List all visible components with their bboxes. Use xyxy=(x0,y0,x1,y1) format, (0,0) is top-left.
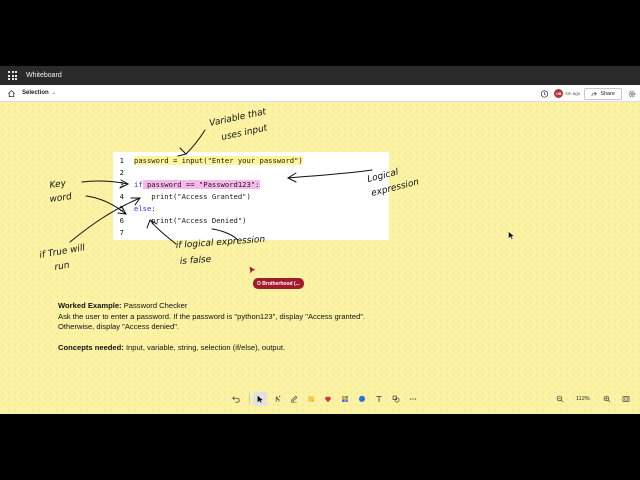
collaborator-cursor-icon xyxy=(249,266,256,274)
zoom-controls: 112% xyxy=(553,391,638,407)
share-label: Share xyxy=(600,90,615,97)
chevron-down-icon: ⌄ xyxy=(51,90,56,96)
worked-example-text[interactable]: Worked Example: Password Checker Ask the… xyxy=(58,301,618,354)
avatar[interactable]: OB xyxy=(554,89,564,98)
text-icon xyxy=(376,396,382,403)
annotation-keyword-line1: Key xyxy=(49,179,67,191)
concepts-line: Concepts needed: Input, variable, string… xyxy=(58,343,618,354)
gear-icon[interactable] xyxy=(628,90,636,98)
whiteboard-canvas[interactable]: 1 password = input("Enter your password")… xyxy=(0,102,640,414)
ink-arrow xyxy=(185,129,206,155)
last-edit-time: 4m ago xyxy=(565,91,581,96)
annotation-variable-line2: uses input xyxy=(221,123,269,143)
ink-arrow xyxy=(85,195,127,215)
mouse-pointer-icon xyxy=(508,231,515,240)
shapes-icon xyxy=(392,395,400,403)
app-launcher-icon[interactable] xyxy=(8,71,17,80)
shapes-button[interactable] xyxy=(389,392,403,406)
collaborator-tag: O Brotherhood (... xyxy=(253,278,304,289)
fit-to-screen-button[interactable] xyxy=(619,392,633,406)
select-tool-button[interactable] xyxy=(253,392,267,406)
zoom-level[interactable]: 112% xyxy=(576,396,590,402)
zoom-in-button[interactable] xyxy=(600,392,614,406)
pen-tool-button[interactable] xyxy=(287,392,301,406)
more-options-button[interactable] xyxy=(406,392,420,406)
toolbar-separator xyxy=(249,394,250,404)
ink-arrowhead xyxy=(177,147,187,157)
undo-button[interactable] xyxy=(229,392,243,406)
undo-icon xyxy=(232,396,240,403)
hand-touch-icon xyxy=(275,395,281,402)
worked-example-title: Password Checker xyxy=(121,301,188,310)
worked-example-heading: Worked Example: xyxy=(58,301,122,310)
worked-example-line1: Ask the user to enter a password. If the… xyxy=(58,311,366,321)
annotation-iftrue-line1: if True will xyxy=(39,243,87,261)
app-bar: Whiteboard xyxy=(0,66,640,85)
sticky-note-icon xyxy=(308,396,314,402)
annotation-iftrue-line2: run xyxy=(54,260,71,273)
more-icon xyxy=(409,398,417,400)
pointer-icon xyxy=(257,395,263,403)
template-icon xyxy=(342,396,348,402)
annotation-iflogical-line2: is false xyxy=(180,255,213,267)
ink-arrow xyxy=(149,219,177,245)
timer-icon[interactable] xyxy=(540,89,549,98)
concepts-text: Input, variable, string, selection (if/e… xyxy=(123,343,286,352)
ink-annotations[interactable]: Variable that uses input Logical express… xyxy=(0,102,640,414)
fit-screen-icon xyxy=(622,396,630,402)
ink-arrow xyxy=(69,197,141,243)
top-toolbar: Selection ⌄ OB 4m ago Share xyxy=(0,85,640,102)
pen-icon xyxy=(291,395,298,403)
annotation-keyword-line2: word xyxy=(49,192,73,205)
drawing-toolbar xyxy=(229,391,423,407)
ink-arrow xyxy=(81,180,129,185)
touch-draw-button[interactable] xyxy=(270,392,284,406)
worked-example-heading-line: Worked Example: Password Checker xyxy=(58,301,618,312)
comment-button[interactable] xyxy=(355,392,369,406)
text-tool-button[interactable] xyxy=(372,392,386,406)
heart-icon xyxy=(325,396,331,403)
share-icon xyxy=(591,91,598,96)
ink-arrow xyxy=(287,169,373,179)
share-button[interactable]: Share xyxy=(584,87,622,100)
sticky-note-button[interactable] xyxy=(304,392,318,406)
worked-example-line2: Otherwise, display "Access denied". xyxy=(58,322,180,331)
zoom-out-button[interactable] xyxy=(553,392,567,406)
concepts-heading: Concepts needed: xyxy=(58,343,124,352)
home-icon[interactable] xyxy=(7,89,16,98)
whiteboard-window: Whiteboard Selection ⌄ OB 4m ago Share 1… xyxy=(0,66,640,414)
zoom-out-icon xyxy=(556,395,564,403)
comment-icon xyxy=(358,395,366,403)
reactions-button[interactable] xyxy=(321,392,335,406)
zoom-in-icon xyxy=(603,395,611,403)
selection-dropdown[interactable]: Selection ⌄ xyxy=(22,90,56,96)
app-title: Whiteboard xyxy=(26,72,62,79)
toolbar-right: OB 4m ago Share xyxy=(540,85,636,102)
template-button[interactable] xyxy=(338,392,352,406)
annotation-iflogical-line1: if logical expression xyxy=(176,235,266,251)
selection-label: Selection xyxy=(22,90,49,96)
